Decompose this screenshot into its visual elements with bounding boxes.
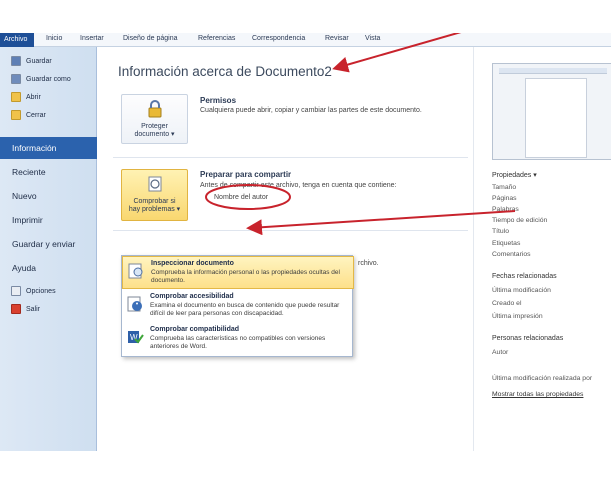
nav-label: Salir <box>26 305 41 313</box>
button-label: Comprobar si <box>133 198 176 205</box>
page-title: Información acerca de Documento2 <box>118 64 332 79</box>
author-name-item: Nombre del autor <box>214 194 269 201</box>
property-label: Tamaño <box>492 184 517 191</box>
prepare-text: Antes de compartir este archivo, tenga e… <box>200 182 397 189</box>
property-label: Título <box>492 228 509 235</box>
exit-icon <box>11 304 21 314</box>
close-folder-icon <box>11 110 21 120</box>
check-issues-button[interactable]: Comprobar si hay problemas ▾ <box>121 169 188 221</box>
nav-imprimir[interactable]: Imprimir <box>12 215 43 225</box>
word-compatibility-icon: W <box>128 331 144 344</box>
tab-insertar[interactable]: Insertar <box>80 35 104 42</box>
nav-guardar[interactable]: Guardar <box>11 55 52 67</box>
check-issues-menu: Inspeccionar documento Comprueba la info… <box>121 255 354 357</box>
divider <box>113 230 468 231</box>
partially-hidden-text: rchivo. <box>358 260 379 267</box>
property-label: Comentarios <box>492 251 531 258</box>
ribbon-tabs: Archivo Inicio Insertar Diseño de página… <box>0 33 611 47</box>
button-label: documento ▾ <box>134 131 175 138</box>
property-label: Etiquetas <box>492 240 521 247</box>
tab-referencias[interactable]: Referencias <box>198 35 235 42</box>
show-all-properties-link[interactable]: Mostrar todas las propiedades <box>492 391 583 398</box>
save-icon <box>11 56 21 66</box>
tab-inicio[interactable]: Inicio <box>46 35 62 42</box>
folder-icon <box>11 92 21 102</box>
inspect-document-icon <box>128 263 143 279</box>
nav-ayuda[interactable]: Ayuda <box>12 263 36 273</box>
nav-label: Guardar como <box>26 75 71 83</box>
nav-cerrar[interactable]: Cerrar <box>11 109 46 121</box>
accessibility-icon <box>127 296 142 312</box>
properties-heading[interactable]: Propiedades ▾ <box>492 171 537 179</box>
tab-archivo[interactable]: Archivo <box>0 33 34 47</box>
people-label: Autor <box>492 349 509 356</box>
info-panel: Información acerca de Documento2 Protege… <box>97 47 472 451</box>
nav-abrir[interactable]: Abrir <box>11 91 41 103</box>
word-backstage-window: Archivo Inicio Insertar Diseño de página… <box>0 33 611 451</box>
tab-revisar[interactable]: Revisar <box>325 35 349 42</box>
permissions-heading: Permisos <box>200 96 237 105</box>
date-label: Última modificación <box>492 287 551 294</box>
property-label: Tiempo de edición <box>492 217 548 224</box>
date-label: Creado el <box>492 300 522 307</box>
menu-item-inspect-document[interactable]: Inspeccionar documento Comprueba la info… <box>122 256 354 289</box>
backstage-nav: Guardar Guardar como Abrir Cerrar Inform… <box>0 47 104 451</box>
nav-label: Guardar <box>26 57 52 65</box>
tab-diseno-pagina[interactable]: Diseño de página <box>123 35 178 42</box>
nav-salir[interactable]: Salir <box>11 303 40 315</box>
property-label: Páginas <box>492 195 517 202</box>
dates-heading: Fechas relacionadas <box>492 273 557 280</box>
lock-icon <box>148 100 161 118</box>
property-label: Palabras <box>492 206 519 213</box>
button-label: hay problemas ▾ <box>128 206 181 213</box>
menu-item-desc: Examina el documento en busca de conteni… <box>150 302 340 317</box>
menu-item-title: Inspeccionar documento <box>151 260 234 267</box>
properties-pane: Propiedades ▾ Tamaño Páginas Palabras Ti… <box>473 47 611 451</box>
menu-item-title: Comprobar accesibilidad <box>150 293 234 300</box>
nav-label: Opciones <box>26 287 56 295</box>
last-modified-by-label: Última modificación realizada por <box>492 375 593 382</box>
document-preview <box>492 63 611 160</box>
options-icon <box>11 286 21 296</box>
nav-reciente[interactable]: Reciente <box>12 167 46 177</box>
nav-guardar-enviar[interactable]: Guardar y enviar <box>12 239 75 249</box>
menu-item-desc: Comprueba las características no compati… <box>150 335 326 350</box>
tab-correspondencia[interactable]: Correspondencia <box>252 35 305 42</box>
divider <box>113 157 468 158</box>
nav-informacion[interactable]: Información <box>0 137 104 159</box>
menu-item-check-accessibility[interactable]: Comprobar accesibilidad Examina el docum… <box>122 290 354 323</box>
prepare-heading: Preparar para compartir <box>200 170 292 179</box>
nav-nuevo[interactable]: Nuevo <box>12 191 37 201</box>
button-label: Proteger <box>141 123 168 130</box>
protect-document-button[interactable]: Proteger documento ▾ <box>121 94 188 144</box>
date-label: Última impresión <box>492 313 543 320</box>
menu-item-desc: Comprueba la información personal o las … <box>151 269 340 284</box>
document-check-icon <box>148 176 161 192</box>
menu-item-title: Comprobar compatibilidad <box>150 326 240 333</box>
menu-item-check-compatibility[interactable]: W Comprobar compatibilidad Comprueba las… <box>122 323 354 356</box>
tab-vista[interactable]: Vista <box>365 35 380 42</box>
save-as-icon <box>11 74 21 84</box>
permissions-text: Cualquiera puede abrir, copiar y cambiar… <box>200 107 422 114</box>
people-heading: Personas relacionadas <box>492 335 564 342</box>
nav-guardar-como[interactable]: Guardar como <box>11 73 71 85</box>
nav-label: Información <box>12 143 57 153</box>
nav-label: Abrir <box>26 93 41 101</box>
nav-label: Cerrar <box>26 111 46 119</box>
nav-opciones[interactable]: Opciones <box>11 285 56 297</box>
